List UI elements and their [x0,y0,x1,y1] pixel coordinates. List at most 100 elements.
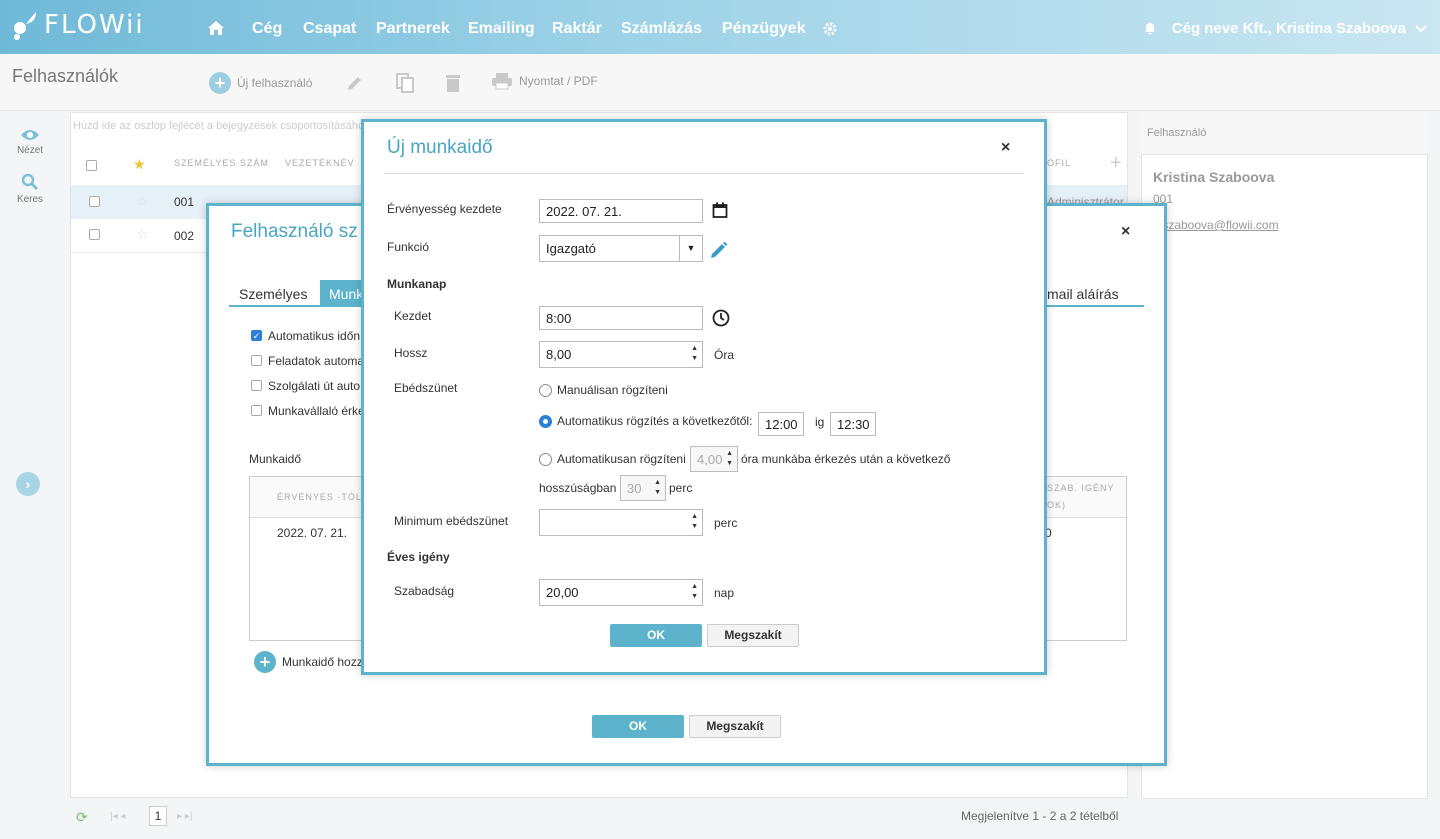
user-dialog-ok-button[interactable]: OK [592,715,684,738]
checkbox-business-trip[interactable] [251,380,262,391]
lunch-opt3-tail: óra munkába érkezés után a következő [741,452,951,466]
holiday-input[interactable]: 20,00 ▲ ▼ [539,579,703,606]
worktime-dialog-title: Új munkaidő [387,137,493,158]
lunch-duration-input[interactable]: 30 ▲ ▼ [620,475,666,501]
clock-icon[interactable] [712,309,730,330]
grid-column-holiday[interactable]: SZAB. IGÉNY [1047,483,1115,493]
expand-panel-button[interactable]: › [16,472,40,496]
worktime-cancel-button[interactable]: Megszakít [707,624,799,647]
grid-column-valid-from[interactable]: ÉRVÉNYES -TÓL [277,492,362,502]
min-lunch-input[interactable]: ▲ ▼ [539,509,703,536]
dropdown-arrow-icon[interactable]: ▼ [679,236,702,261]
length-value: 8,00 [546,347,572,362]
start-time-input[interactable]: 8:00 [539,306,703,330]
tab-email-signature[interactable]: mail aláírás [1047,286,1119,302]
pencil-icon[interactable] [346,74,364,95]
function-select[interactable]: Igazgató ▼ [539,235,703,262]
lunch-option-manual[interactable]: Manuálisan rögzíteni [539,383,668,397]
home-icon[interactable] [207,20,225,39]
length-label: Hossz [394,346,428,360]
company-user-label[interactable]: Cég neve Kft., Kristina Szaboova [1172,20,1406,37]
new-user-button[interactable]: + Új felhasználó [209,72,312,94]
star-icon[interactable]: ★ [133,156,146,173]
nav-partnerek[interactable]: Partnerek [376,20,450,38]
grid-column-holiday-unit: OK) [1047,500,1067,510]
page-title: Felhasználók [12,66,119,86]
page-number[interactable]: 1 [149,806,167,826]
worktime-ok-button[interactable]: OK [610,624,702,647]
account-menu[interactable]: Cég neve Kft., Kristina Szaboova [1144,20,1428,37]
calendar-icon[interactable] [712,202,728,221]
chevron-down-icon[interactable] [1414,24,1428,34]
select-all-checkbox[interactable] [86,160,97,171]
nav-penzugyek[interactable]: Pénzügyek [722,20,806,38]
add-worktime-button[interactable]: + Munkaidő hozz [254,651,363,673]
print-pdf-button[interactable]: Nyomtat / PDF [491,72,598,90]
holiday-label: Szabadság [394,584,455,598]
lunch-option-auto-after[interactable]: Automatikusan rögzíteni [539,452,686,466]
bell-icon[interactable] [1144,22,1156,35]
annual-header: Éves igény [387,550,450,564]
lunch-to-input[interactable]: 12:30 [830,412,876,436]
lunch-hours-input[interactable]: 4,00 ▲ ▼ [690,446,738,472]
length-unit: Óra [714,348,735,362]
lunch-duration-stepper[interactable]: ▲ ▼ [654,478,661,498]
gear-icon[interactable] [822,21,838,40]
nav-emailing[interactable]: Emailing [468,20,535,38]
view-toggle[interactable]: Nézet [10,128,50,156]
length-input[interactable]: 8,00 ▲ ▼ [539,341,703,368]
detail-email[interactable]: k.szaboova@flowii.com [1153,218,1279,232]
radio-manual[interactable] [539,383,552,397]
add-column-icon[interactable]: + [1110,152,1122,175]
check-label: Feladatok automa [268,354,365,368]
row-star-icon[interactable]: ☆ [136,193,149,210]
row-checkbox[interactable] [89,196,100,207]
checkbox-auto[interactable]: ✓ [251,330,262,341]
column-header-number[interactable]: SZEMÉLYES SZÁM [174,158,269,168]
lunch-duration-label: hosszúságban [539,481,617,495]
refresh-icon[interactable]: ⟳ [76,809,88,826]
lunch-option-auto-from[interactable]: Automatikus rögzítés a következőtől: [539,414,752,428]
column-header-lastname[interactable]: VEZETÉKNÉV [285,158,355,168]
dialog-divider [384,173,1024,174]
last-page-icon[interactable]: ▸ ▸| [177,811,192,822]
lunch-hours-stepper[interactable]: ▲ ▼ [726,449,733,469]
start-label: Kezdet [394,309,432,323]
trash-icon[interactable] [445,73,461,96]
check-label: Munkavállaló érke [268,404,365,418]
check-label: Szolgálati út auto [268,379,361,393]
lunch-from-input[interactable]: 12:00 [758,412,804,436]
length-stepper[interactable]: ▲ ▼ [691,344,698,364]
first-page-icon[interactable]: |◂ ◂ [110,811,125,822]
valid-from-input[interactable]: 2022. 07. 21. [539,199,703,223]
radio-auto-after[interactable] [539,452,552,466]
close-icon[interactable]: × [1001,139,1010,157]
search-toggle[interactable]: Keres [10,173,50,205]
tab-worktime[interactable]: Munk [320,280,364,306]
nav-szamlazas[interactable]: Számlázás [621,20,702,38]
nav-csapat[interactable]: Csapat [303,20,356,38]
column-header-profile[interactable]: OFIL [1047,158,1071,168]
radio-auto-from[interactable] [539,414,552,428]
group-by-hint: Húzd ide az oszlop fejlécét a bejegyzése… [73,120,370,132]
nav-raktar[interactable]: Raktár [552,20,602,38]
copy-icon[interactable] [395,72,415,97]
logo-icon [14,12,36,40]
edit-function-icon[interactable] [709,240,729,263]
row-checkbox[interactable] [89,229,100,240]
holiday-stepper[interactable]: ▲ ▼ [691,582,698,602]
worktime-section-label: Munkaidő [249,452,302,466]
checkbox-arrival[interactable] [251,405,262,416]
flowii-logo[interactable]: FLOWii [12,10,145,40]
lunch-opt3-label: Automatikusan rögzíteni [557,452,686,466]
row-star-icon[interactable]: ☆ [136,226,149,243]
tab-personal[interactable]: Személyes [239,286,307,302]
grid-cell-date[interactable]: 2022. 07. 21. [277,526,347,540]
min-lunch-stepper[interactable]: ▲ ▼ [691,512,698,532]
checkbox-tasks[interactable] [251,355,262,366]
close-icon[interactable]: × [1121,223,1130,241]
eye-icon [21,130,39,140]
nav-ceg[interactable]: Cég [252,20,282,38]
lunch-ig-label: ig [815,415,825,429]
user-dialog-cancel-button[interactable]: Megszakít [689,715,781,738]
